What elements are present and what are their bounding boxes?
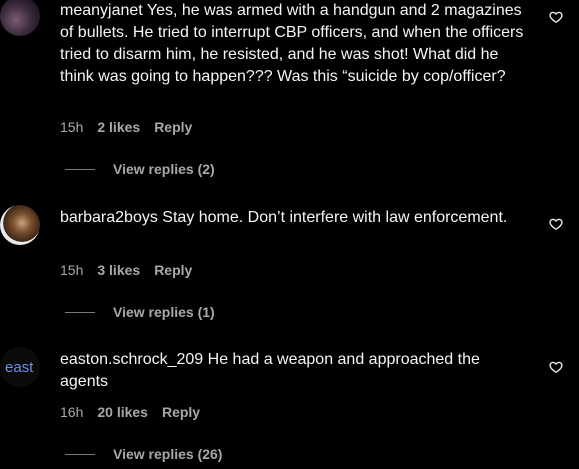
comment-meta: 15h 2 likes Reply <box>60 119 192 135</box>
heart-icon[interactable] <box>549 10 563 24</box>
reply-button[interactable]: Reply <box>154 262 192 278</box>
view-replies-label: View replies (2) <box>113 161 215 177</box>
view-replies-label: View replies (26) <box>113 446 223 462</box>
comment-meta: 15h 3 likes Reply <box>60 262 192 278</box>
comment-time: 15h <box>60 262 84 278</box>
reply-button[interactable]: Reply <box>154 119 192 135</box>
view-replies-button[interactable]: View replies (2) <box>65 161 215 177</box>
reply-button[interactable]: Reply <box>162 404 200 420</box>
view-replies-button[interactable]: View replies (26) <box>65 446 222 462</box>
likes-count[interactable]: 3 likes <box>97 262 140 278</box>
avatar[interactable]: east <box>0 347 40 387</box>
likes-count[interactable]: 2 likes <box>97 119 140 135</box>
avatar[interactable] <box>0 205 40 245</box>
comment-text: meanyjanet Yes, he was armed with a hand… <box>60 0 530 88</box>
comment-username[interactable]: meanyjanet <box>60 2 143 19</box>
view-replies-label: View replies (1) <box>113 304 215 320</box>
comment-time: 15h <box>60 119 84 135</box>
comment-time: 16h <box>60 404 84 420</box>
view-replies-button[interactable]: View replies (1) <box>65 304 215 320</box>
avatar[interactable] <box>0 0 40 36</box>
avatar-text: east <box>5 358 34 376</box>
likes-count[interactable]: 20 likes <box>97 404 148 420</box>
comment-username[interactable]: easton.schrock_209 <box>60 351 203 368</box>
divider-line <box>65 311 95 313</box>
comment-meta: 16h 20 likes Reply <box>60 404 200 420</box>
divider-line <box>65 168 95 170</box>
comment-body: Stay home. Don’t interfere with law enfo… <box>162 209 508 226</box>
comment-username[interactable]: barbara2boys <box>60 209 158 226</box>
comment-text: easton.schrock_209 He had a weapon and a… <box>60 349 530 393</box>
divider-line <box>65 453 95 455</box>
heart-icon[interactable] <box>549 217 563 231</box>
comment-text: barbara2boys Stay home. Don’t interfere … <box>60 207 530 229</box>
heart-icon[interactable] <box>549 360 563 374</box>
